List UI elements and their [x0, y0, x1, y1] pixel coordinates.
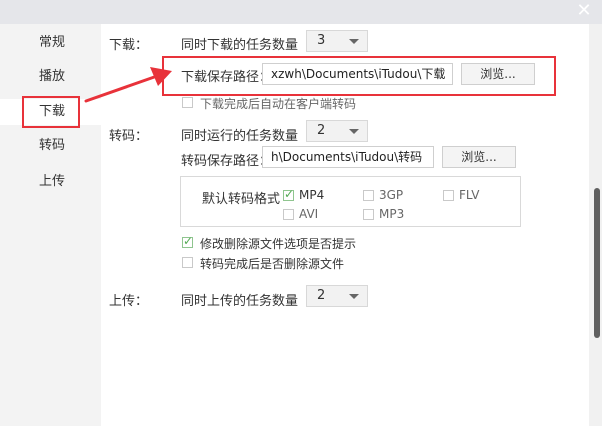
annotation-arrow-icon — [84, 67, 172, 103]
